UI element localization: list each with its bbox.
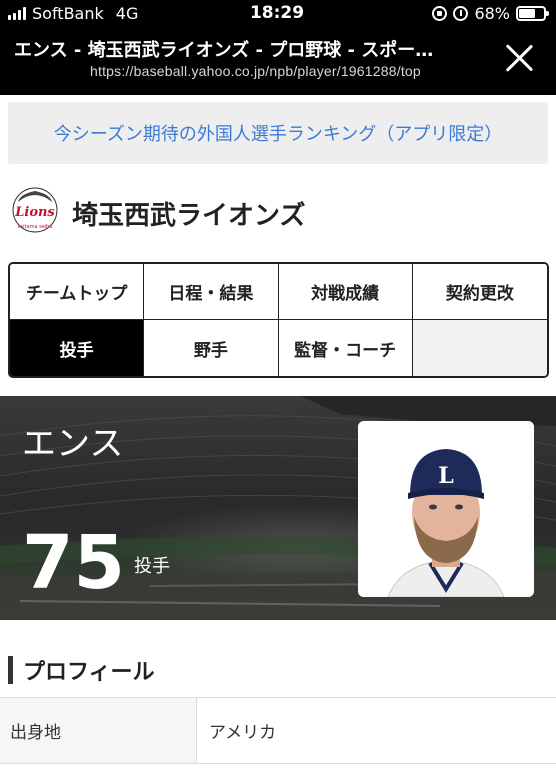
player-position: 投手 (134, 556, 170, 577)
team-logo-text: Lions (14, 205, 55, 220)
player-portrait: L (358, 421, 534, 597)
promo-banner[interactable]: 今シーズン期待の外国人選手ランキング（アプリ限定） (8, 102, 548, 164)
tab-team-top[interactable]: チームトップ (10, 264, 145, 320)
page-title: エンス - 埼玉西武ライオンズ - プロ野球 - スポー… (14, 40, 434, 61)
rotation-lock-icon (432, 5, 448, 21)
player-name: エンス (22, 424, 124, 464)
status-bar: SoftBank 4G 18:29 68% (0, 0, 556, 26)
profile-row: 出身地 アメリカ (0, 698, 556, 764)
team-logo[interactable]: Lions saitama seibu (10, 186, 60, 240)
profile-value-birthplace: アメリカ (209, 723, 277, 743)
team-logo-subtext: saitama seibu (17, 224, 52, 230)
player-number: 75 (22, 520, 125, 606)
team-nav: チームトップ 日程・結果 対戦成績 契約更改 投手 野手 監督・コーチ (8, 262, 549, 378)
status-right: 68% (366, 3, 549, 23)
url-bar: エンス - 埼玉西武ライオンズ - プロ野球 - スポー… https://ba… (0, 26, 556, 95)
player-photo: L (358, 421, 534, 597)
battery-fill (519, 8, 536, 18)
tab-fielders[interactable]: 野手 (144, 320, 279, 376)
carrier-label: SoftBank (32, 3, 104, 23)
promo-banner-link[interactable]: 今シーズン期待の外国人選手ランキング（アプリ限定） (54, 120, 503, 146)
profile-key-birthplace: 出身地 (0, 698, 197, 763)
tab-managers-coaches[interactable]: 監督・コーチ (278, 320, 413, 376)
tab-schedule-results[interactable]: 日程・結果 (144, 264, 279, 320)
team-name: 埼玉西武ライオンズ (72, 200, 306, 231)
profile-heading: プロフィール (0, 655, 556, 685)
svg-text:L: L (438, 463, 453, 489)
tab-contract-renewal[interactable]: 契約更改 (412, 264, 547, 320)
alarm-icon (453, 5, 469, 21)
battery-icon (516, 5, 549, 21)
tab-empty (412, 320, 547, 376)
clock: 18:29 (249, 3, 305, 23)
team-header: Lions saitama seibu 埼玉西武ライオンズ (0, 164, 556, 262)
battery-percent: 68% (474, 3, 510, 23)
browser-chrome: SoftBank 4G 18:29 68% エンス - 埼玉西武ライオンズ - … (0, 0, 556, 95)
profile-title: プロフィール (23, 660, 155, 685)
status-left: SoftBank 4G (8, 4, 188, 23)
tab-pitchers[interactable]: 投手 (10, 320, 145, 376)
player-hero: エンス 75 投手 L (0, 396, 556, 620)
close-icon[interactable] (504, 43, 534, 73)
network-label: 4G (115, 3, 139, 23)
page-url[interactable]: https://baseball.yahoo.co.jp/npb/player/… (90, 63, 421, 79)
heading-bar (8, 656, 13, 684)
profile-table: 出身地 アメリカ (0, 697, 556, 764)
signal-icon (8, 6, 26, 20)
tab-head-to-head[interactable]: 対戦成績 (278, 264, 413, 320)
